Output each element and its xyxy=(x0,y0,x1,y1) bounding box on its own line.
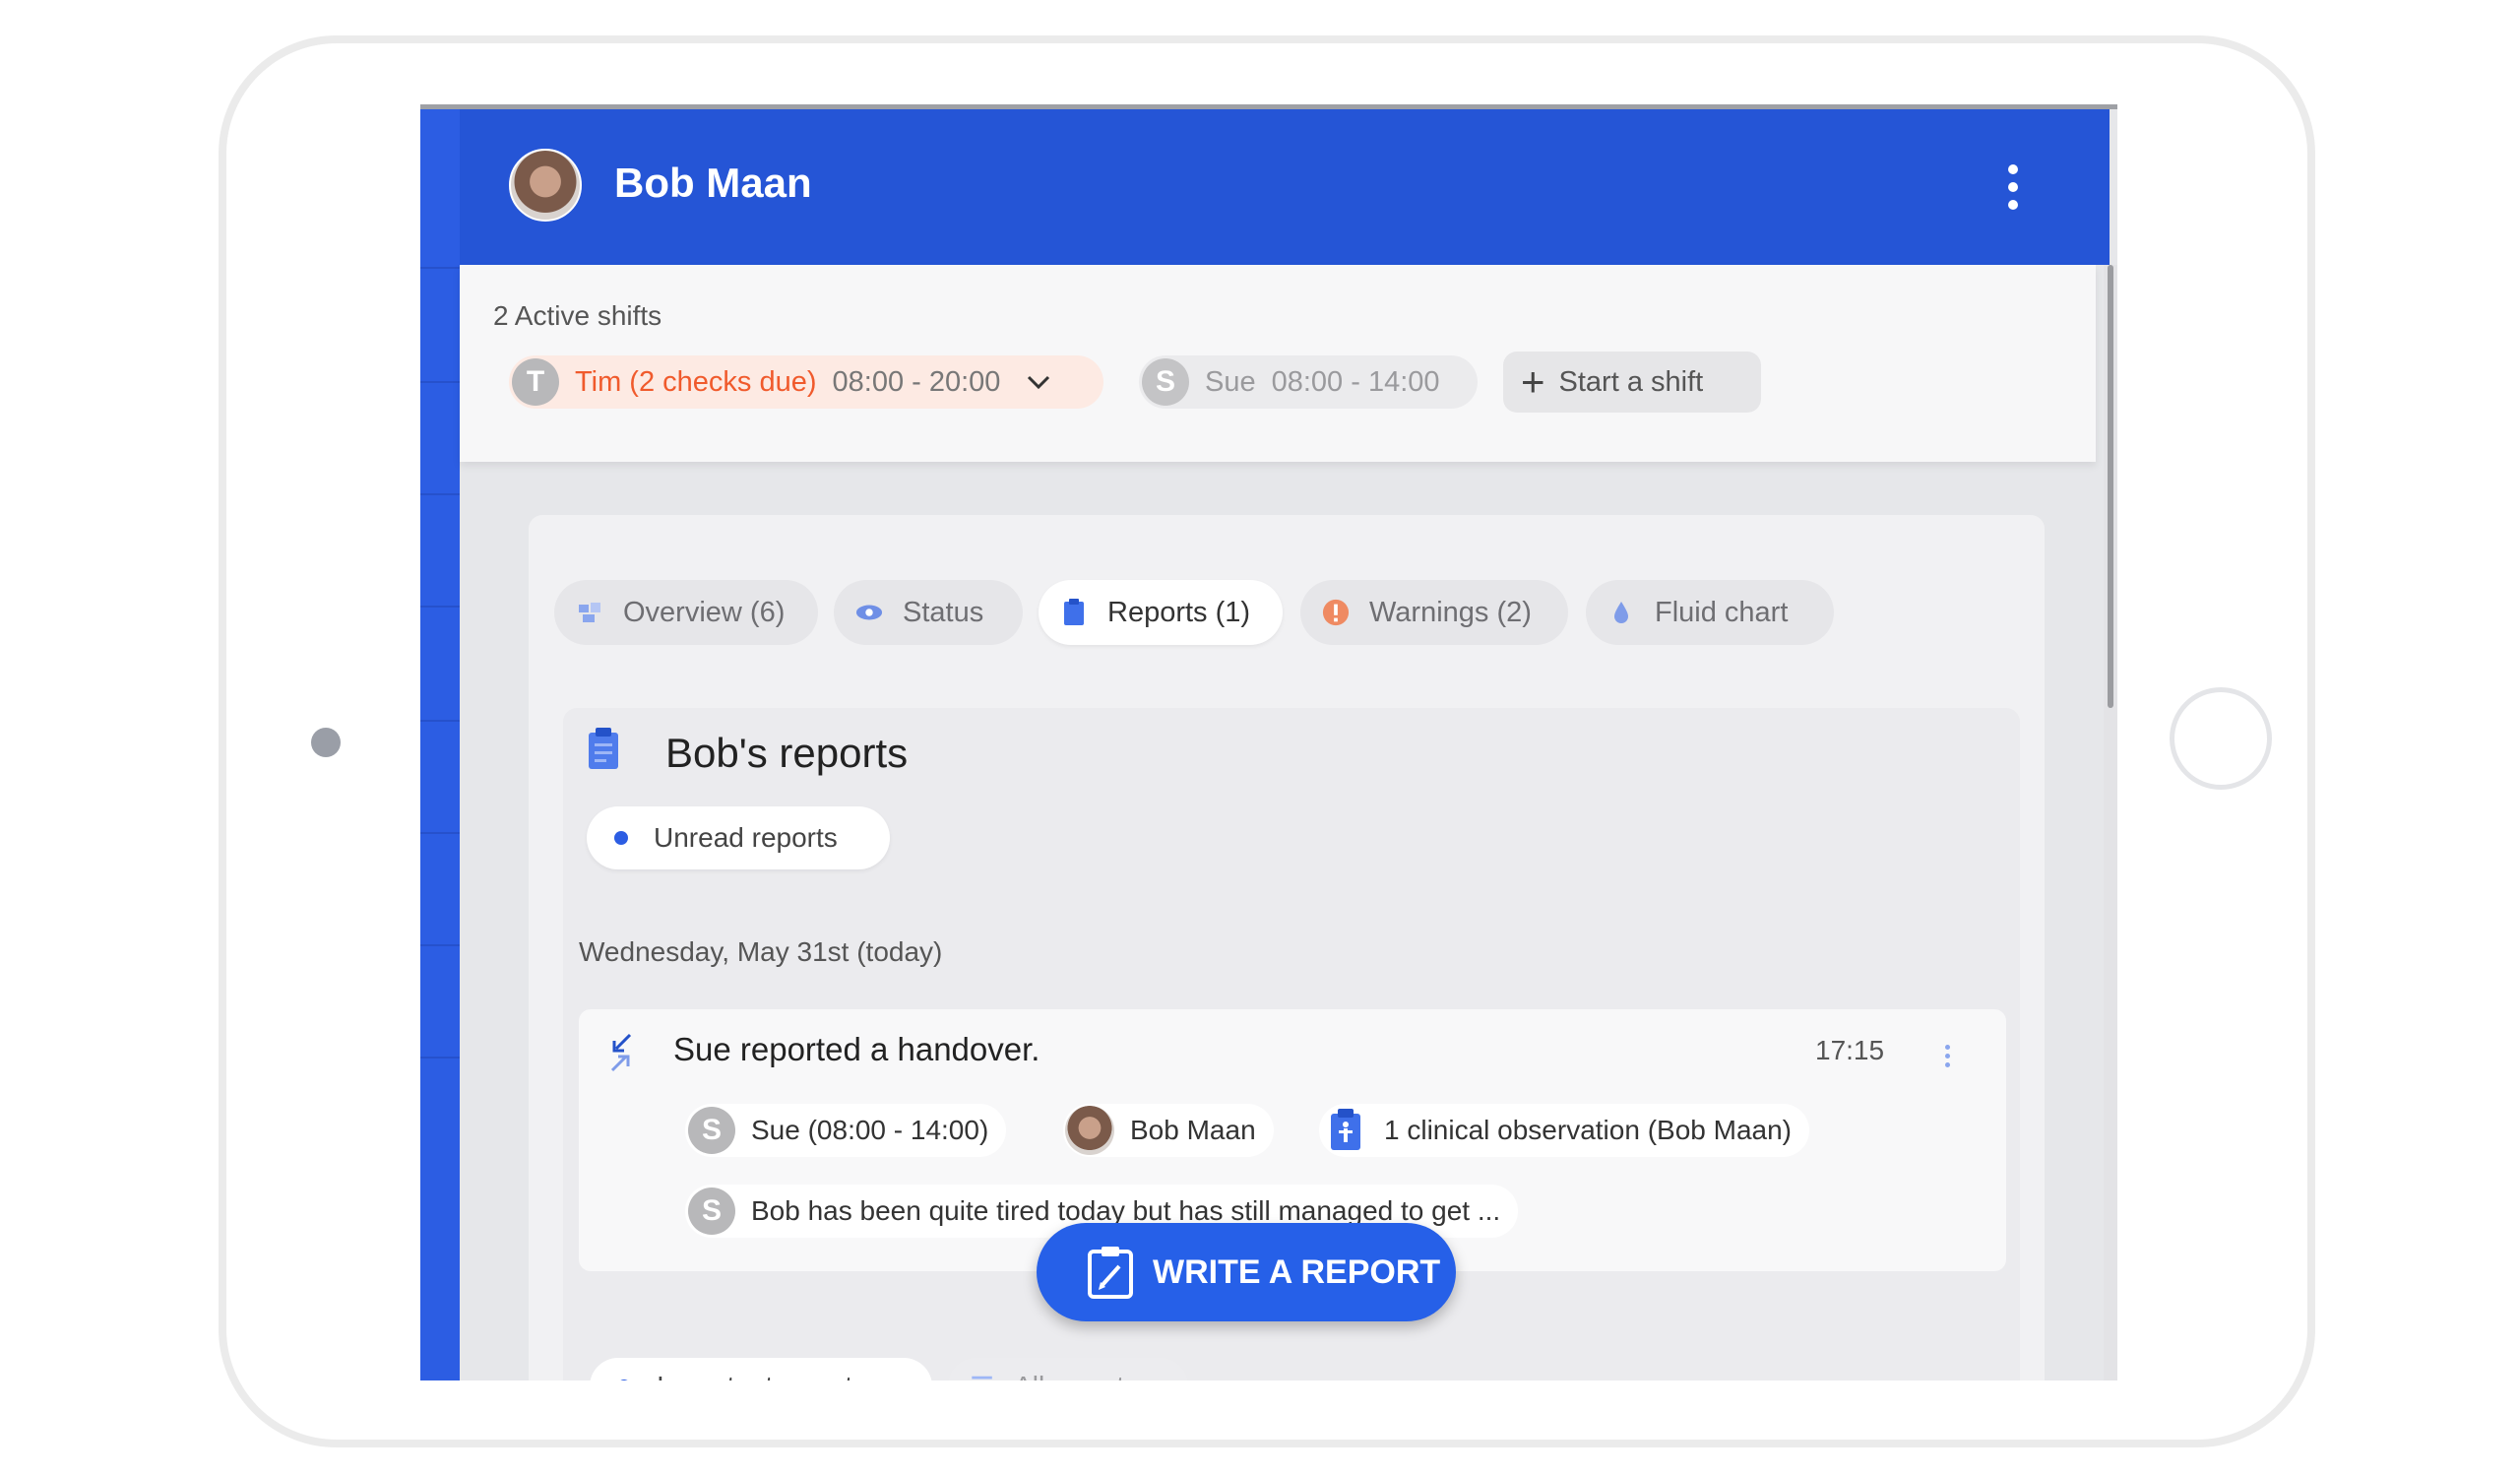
all-reports-filter[interactable]: ☰ All reports xyxy=(948,1358,1188,1380)
author-label: Sue (08:00 - 14:00) xyxy=(751,1115,989,1145)
start-shift-label: Start a shift xyxy=(1558,365,1704,398)
scrollbar-thumb[interactable] xyxy=(2108,265,2113,708)
warning-icon xyxy=(1322,599,1350,626)
list-icon: ☰ xyxy=(970,1371,994,1381)
fab-label: WRITE A REPORT xyxy=(1153,1252,1441,1291)
resident-chip[interactable]: Bob Maan xyxy=(1063,1104,1274,1157)
observation-label: 1 clinical observation (Bob Maan) xyxy=(1384,1115,1792,1145)
rail-divider xyxy=(420,381,460,383)
shift-time: 08:00 - 14:00 xyxy=(1271,365,1440,398)
clipboard-icon xyxy=(589,728,618,769)
rail-divider xyxy=(420,606,460,608)
tab-overview[interactable]: Overview (6) xyxy=(554,580,818,645)
app-screen: Bob Maan 2 Active shifts T Tim (2 checks… xyxy=(420,104,2117,1380)
rail-divider xyxy=(420,832,460,834)
shift-initial-avatar: S xyxy=(1142,358,1189,406)
note-initial-avatar: S xyxy=(688,1187,735,1235)
app-header: Bob Maan xyxy=(460,109,2110,265)
active-shifts-panel: 2 Active shifts T Tim (2 checks due) 08:… xyxy=(460,265,2096,462)
avatar[interactable] xyxy=(509,149,582,222)
left-rail xyxy=(420,109,460,1380)
handover-icon xyxy=(610,1033,632,1072)
clipboard-icon xyxy=(1060,599,1088,626)
start-shift-button[interactable]: + Start a shift xyxy=(1503,352,1761,413)
filter-label: Important reports xyxy=(657,1371,866,1380)
camera-dot xyxy=(311,728,341,757)
eye-icon xyxy=(855,599,883,626)
filter-label: All reports xyxy=(1014,1371,1138,1380)
tab-label: Warnings (2) xyxy=(1369,596,1532,628)
unread-reports-filter[interactable]: Unread reports xyxy=(587,806,890,869)
important-reports-filter[interactable]: Important reports xyxy=(590,1358,932,1380)
shift-chip-sue[interactable]: S Sue 08:00 - 14:00 xyxy=(1139,355,1478,409)
report-options-icon[interactable] xyxy=(1945,1045,1953,1071)
date-header: Wednesday, May 31st (today) xyxy=(579,936,943,967)
rail-divider xyxy=(420,944,460,946)
active-shifts-label: 2 Active shifts xyxy=(493,300,662,331)
shift-label: Sue xyxy=(1205,365,1256,398)
tab-label: Status xyxy=(903,596,984,628)
rail-divider xyxy=(420,493,460,495)
report-title: Sue reported a handover. xyxy=(673,1031,1040,1067)
resident-label: Bob Maan xyxy=(1130,1115,1256,1145)
write-report-button[interactable]: WRITE A REPORT xyxy=(1037,1223,1456,1321)
tab-warnings[interactable]: Warnings (2) xyxy=(1300,580,1568,645)
filter-label: Unread reports xyxy=(654,822,838,853)
droplet-icon xyxy=(1607,599,1635,626)
shift-time: 08:00 - 20:00 xyxy=(832,365,1001,398)
report-time: 17:15 xyxy=(1815,1035,1885,1065)
page-title: Bob Maan xyxy=(614,160,812,206)
tab-status[interactable]: Status xyxy=(834,580,1023,645)
tab-fluid-chart[interactable]: Fluid chart xyxy=(1586,580,1834,645)
chevron-down-icon xyxy=(1028,375,1050,390)
home-button[interactable] xyxy=(2170,687,2272,790)
shift-label: Tim (2 checks due) xyxy=(575,365,817,398)
tab-label: Overview (6) xyxy=(623,596,786,628)
unread-dot-icon xyxy=(614,831,628,845)
clinical-observation-icon xyxy=(1331,1109,1360,1150)
tab-label: Reports (1) xyxy=(1107,596,1251,628)
tab-reports[interactable]: Reports (1) xyxy=(1039,580,1283,645)
more-options-icon[interactable] xyxy=(2005,164,2021,210)
tab-label: Fluid chart xyxy=(1655,596,1789,628)
overview-icon xyxy=(576,599,603,626)
plus-icon: + xyxy=(1521,358,1545,405)
author-initial-avatar: S xyxy=(688,1107,735,1154)
edit-clipboard-icon xyxy=(1088,1247,1133,1299)
shift-chip-tim[interactable]: T Tim (2 checks due) 08:00 - 20:00 xyxy=(509,355,1103,409)
avatar xyxy=(1065,1106,1114,1155)
author-chip[interactable]: S Sue (08:00 - 14:00) xyxy=(685,1104,1007,1157)
rail-divider xyxy=(420,267,460,269)
rail-divider xyxy=(420,720,460,722)
shift-initial-avatar: T xyxy=(512,358,559,406)
rail-divider xyxy=(420,1057,460,1059)
section-title: Bob's reports xyxy=(665,730,909,776)
observation-chip[interactable]: 1 clinical observation (Bob Maan) xyxy=(1319,1104,1809,1157)
